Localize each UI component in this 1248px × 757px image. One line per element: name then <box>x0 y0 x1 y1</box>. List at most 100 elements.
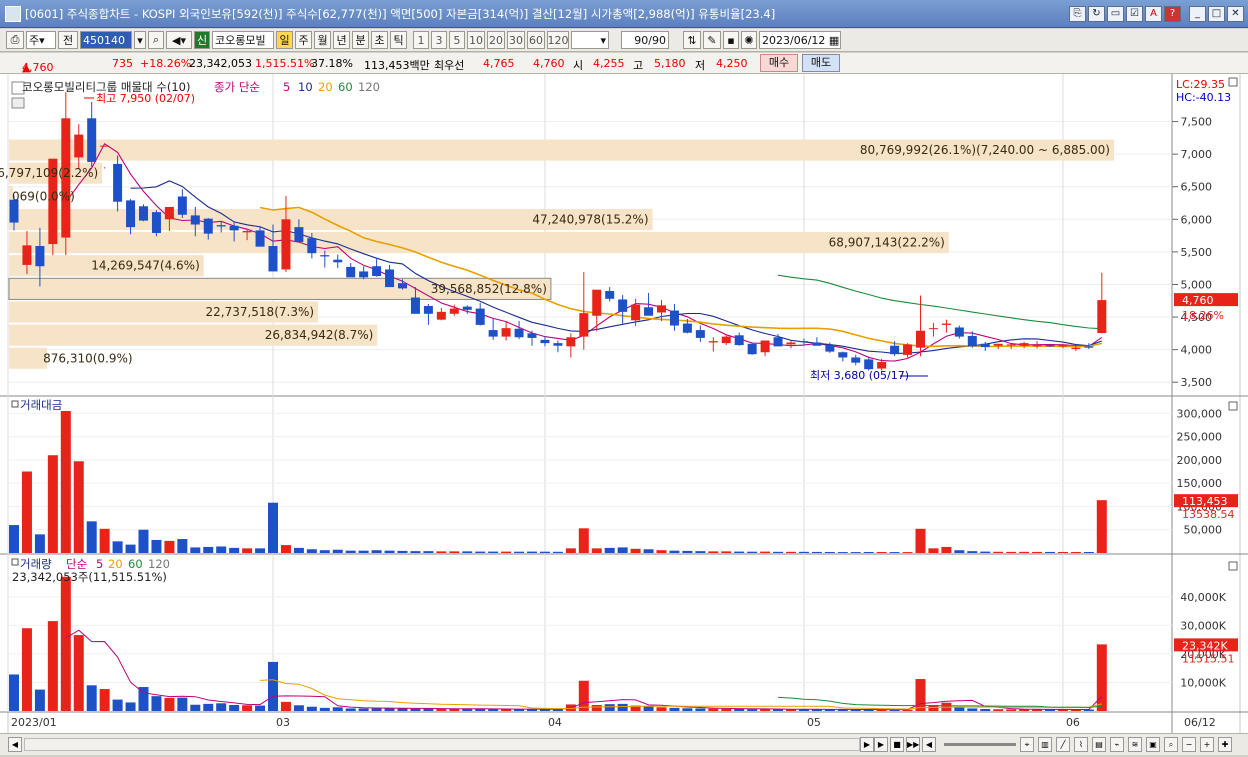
candle[interactable] <box>838 352 848 358</box>
candle[interactable] <box>398 283 407 289</box>
volume-bar[interactable] <box>9 674 19 711</box>
amount-bar[interactable] <box>229 547 240 553</box>
scroll-left-button[interactable]: ◀ <box>8 737 22 752</box>
candle[interactable] <box>268 246 278 272</box>
candle[interactable] <box>475 308 485 325</box>
chart-type-icon[interactable]: ⇅ <box>683 31 701 49</box>
amount-bar[interactable] <box>475 551 486 553</box>
volume-bar[interactable] <box>721 708 732 711</box>
amount-bar[interactable] <box>824 551 835 553</box>
candle[interactable] <box>760 340 770 353</box>
draw-tool-icon[interactable]: ⌁ <box>1110 737 1124 752</box>
volume-bar[interactable] <box>86 685 97 711</box>
candle[interactable] <box>657 305 666 313</box>
candle[interactable] <box>372 266 382 276</box>
window-icon[interactable]: ▭ <box>1107 6 1124 22</box>
period-day-button[interactable]: 일 <box>276 31 293 49</box>
candle[interactable] <box>333 259 343 263</box>
candle[interactable] <box>812 342 822 346</box>
amount-bar[interactable] <box>734 551 745 553</box>
candle[interactable] <box>346 266 356 278</box>
amount-bar[interactable] <box>86 521 97 553</box>
amount-bar[interactable] <box>954 550 965 553</box>
candle[interactable] <box>100 145 110 147</box>
interval-60-button[interactable]: 60 <box>527 31 545 49</box>
amount-bar[interactable] <box>268 502 278 553</box>
volume-bar[interactable] <box>371 708 382 711</box>
amount-bar[interactable] <box>786 551 796 553</box>
volume-bar[interactable] <box>734 709 745 711</box>
candle[interactable] <box>579 313 589 337</box>
volume-bar[interactable] <box>708 708 719 711</box>
interval-10-button[interactable]: 10 <box>467 31 485 49</box>
amount-bar[interactable] <box>539 551 550 553</box>
table-icon[interactable] <box>11 97 25 109</box>
volume-bar[interactable] <box>410 708 421 711</box>
amount-bar[interactable] <box>177 539 188 553</box>
candle[interactable] <box>967 335 977 347</box>
amount-bar[interactable] <box>1070 552 1081 553</box>
crosshair-icon[interactable]: ⌖ <box>1020 737 1034 752</box>
candle[interactable] <box>281 219 291 270</box>
candle[interactable] <box>1058 345 1068 347</box>
amount-bar[interactable] <box>242 548 253 553</box>
amount-bar[interactable] <box>967 551 978 553</box>
candle[interactable] <box>695 330 705 338</box>
font-icon[interactable]: A <box>1145 6 1162 22</box>
amount-bar[interactable] <box>669 550 680 553</box>
amount-bar[interactable] <box>876 552 887 553</box>
zoom-icon[interactable]: ⌕ <box>1164 737 1178 752</box>
candle[interactable] <box>682 323 692 333</box>
interval-custom-input[interactable]: ▾ <box>571 31 609 49</box>
volume-bar[interactable] <box>332 707 343 711</box>
amount-bar[interactable] <box>889 552 900 553</box>
candle[interactable] <box>708 341 718 343</box>
amount-bar[interactable] <box>358 550 369 553</box>
indicator-icon[interactable]: ✎ <box>703 31 721 49</box>
candle[interactable] <box>488 330 498 337</box>
amount-bar[interactable] <box>902 552 913 553</box>
candle[interactable] <box>669 310 679 326</box>
amount-bar[interactable] <box>1083 551 1094 553</box>
candle[interactable] <box>177 196 187 215</box>
interval-5-button[interactable]: 5 <box>449 31 465 49</box>
volume-bar[interactable] <box>255 705 266 711</box>
candle[interactable] <box>294 227 304 243</box>
volume-bar[interactable] <box>268 661 278 711</box>
interval-1-button[interactable]: 1 <box>413 31 429 49</box>
maximize-button[interactable]: □ <box>1208 6 1225 22</box>
interval-3-button[interactable]: 3 <box>431 31 447 49</box>
volume-bar[interactable] <box>384 708 395 711</box>
step-back-button[interactable]: ◀ <box>922 737 936 752</box>
amount-bar[interactable] <box>682 550 693 553</box>
candle[interactable] <box>1097 300 1107 334</box>
candle[interactable] <box>462 306 472 310</box>
window-tool-icon[interactable]: ▣ <box>1146 737 1160 752</box>
candle[interactable] <box>631 304 641 321</box>
link-icon[interactable]: ⎘ <box>1069 6 1086 22</box>
volume-bar[interactable] <box>138 687 149 711</box>
zoom-in-button[interactable]: + <box>1200 737 1214 752</box>
search-icon[interactable]: ⌕ <box>148 31 164 49</box>
amount-bar[interactable] <box>1057 551 1068 553</box>
volume-bar[interactable] <box>151 696 162 711</box>
volume-bar[interactable] <box>99 689 110 711</box>
sell-button[interactable]: 매도 <box>802 54 840 72</box>
amount-bar[interactable] <box>423 551 434 553</box>
amount-bar[interactable] <box>527 551 537 553</box>
candle[interactable] <box>449 308 459 314</box>
amount-bar[interactable] <box>47 455 58 553</box>
amount-bar[interactable] <box>138 529 149 553</box>
volume-bar[interactable] <box>242 705 253 711</box>
candle[interactable] <box>877 362 887 369</box>
candle[interactable] <box>113 163 123 202</box>
candle[interactable] <box>864 359 874 370</box>
amount-bar[interactable] <box>488 551 499 553</box>
chart-style-icon[interactable]: ▥ <box>1038 737 1052 752</box>
amount-panel-icon[interactable] <box>11 400 19 408</box>
settings-icon[interactable]: ✺ <box>741 31 757 49</box>
scroll-right-button[interactable]: ▶ <box>860 737 874 752</box>
amount-bar[interactable] <box>462 551 473 553</box>
amount-bar[interactable] <box>514 551 525 553</box>
line-tool-icon[interactable]: ╱ <box>1056 737 1070 752</box>
